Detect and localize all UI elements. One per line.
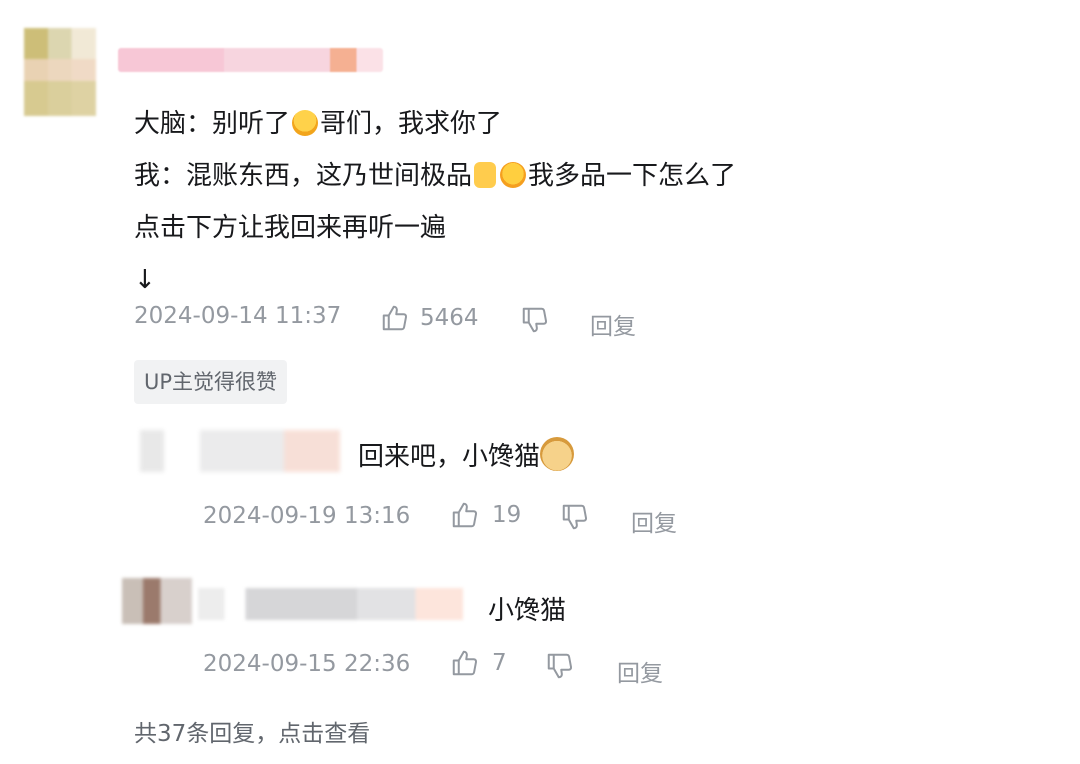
reply-timestamp: 2024-09-19 13:16 — [203, 503, 411, 529]
like-count: 5464 — [420, 305, 479, 331]
crying-face-icon — [292, 110, 319, 136]
reply-like-count: 19 — [492, 502, 522, 528]
reply-username-blurred[interactable] — [198, 588, 463, 620]
up-liked-badge: UP主觉得很赞 — [134, 360, 288, 404]
reply-button[interactable]: 回复 — [590, 307, 636, 341]
reply-dislike-button[interactable] — [560, 502, 590, 532]
reply-text: 回来吧，小馋猫 — [358, 436, 575, 473]
username-blurred[interactable] — [118, 48, 383, 72]
comment-body: 大脑：别听了 哥们，我求你了 我：混账东西，这乃世间极品 我多品一下怎么了 点击下方… — [134, 98, 1034, 306]
comment-meta: 2024-09-14 11:37 — [134, 303, 341, 329]
view-more-replies-link[interactable]: 共37条回复，点击查看 — [134, 714, 370, 748]
reply-timestamp: 2024-09-15 22:36 — [203, 651, 411, 677]
thumbs-up-icon — [380, 303, 410, 333]
cat-face-icon — [540, 437, 575, 471]
comment-line-2: 我：混账东西，这乃世间极品 我多品一下怎么了 — [134, 161, 737, 191]
reply-avatar-blurred[interactable] — [122, 578, 192, 624]
reply-like-count: 7 — [492, 650, 507, 676]
thumbs-up-icon — [450, 648, 480, 678]
comment-timestamp: 2024-09-14 11:37 — [134, 303, 342, 329]
reply-text: 小馋猫 — [488, 596, 567, 626]
avatar[interactable] — [24, 28, 96, 116]
thumbs-up-icon — [450, 500, 480, 530]
glasses-face-icon — [500, 162, 527, 188]
comment-line-1: 大脑：别听了 哥们，我求你了 — [134, 109, 503, 139]
reply-like-button[interactable]: 7 — [450, 648, 507, 678]
reply-reply-button[interactable]: 回复 — [617, 654, 663, 688]
thumbs-down-icon — [545, 651, 575, 681]
thumbs-down-icon — [560, 502, 590, 532]
comment-line-3: 点击下方让我回来再听一遍 — [134, 213, 447, 243]
thumbs-down-icon — [520, 305, 550, 335]
reply-dislike-button[interactable] — [545, 651, 575, 681]
like-button[interactable]: 5464 — [380, 303, 479, 333]
reply-reply-button[interactable]: 回复 — [631, 504, 677, 538]
reply-username-blurred[interactable] — [140, 430, 340, 472]
pointing-up-icon — [474, 162, 497, 188]
comment-line-4: ↓ — [134, 265, 156, 295]
reply-like-button[interactable]: 19 — [450, 500, 521, 530]
dislike-button[interactable] — [520, 305, 550, 335]
